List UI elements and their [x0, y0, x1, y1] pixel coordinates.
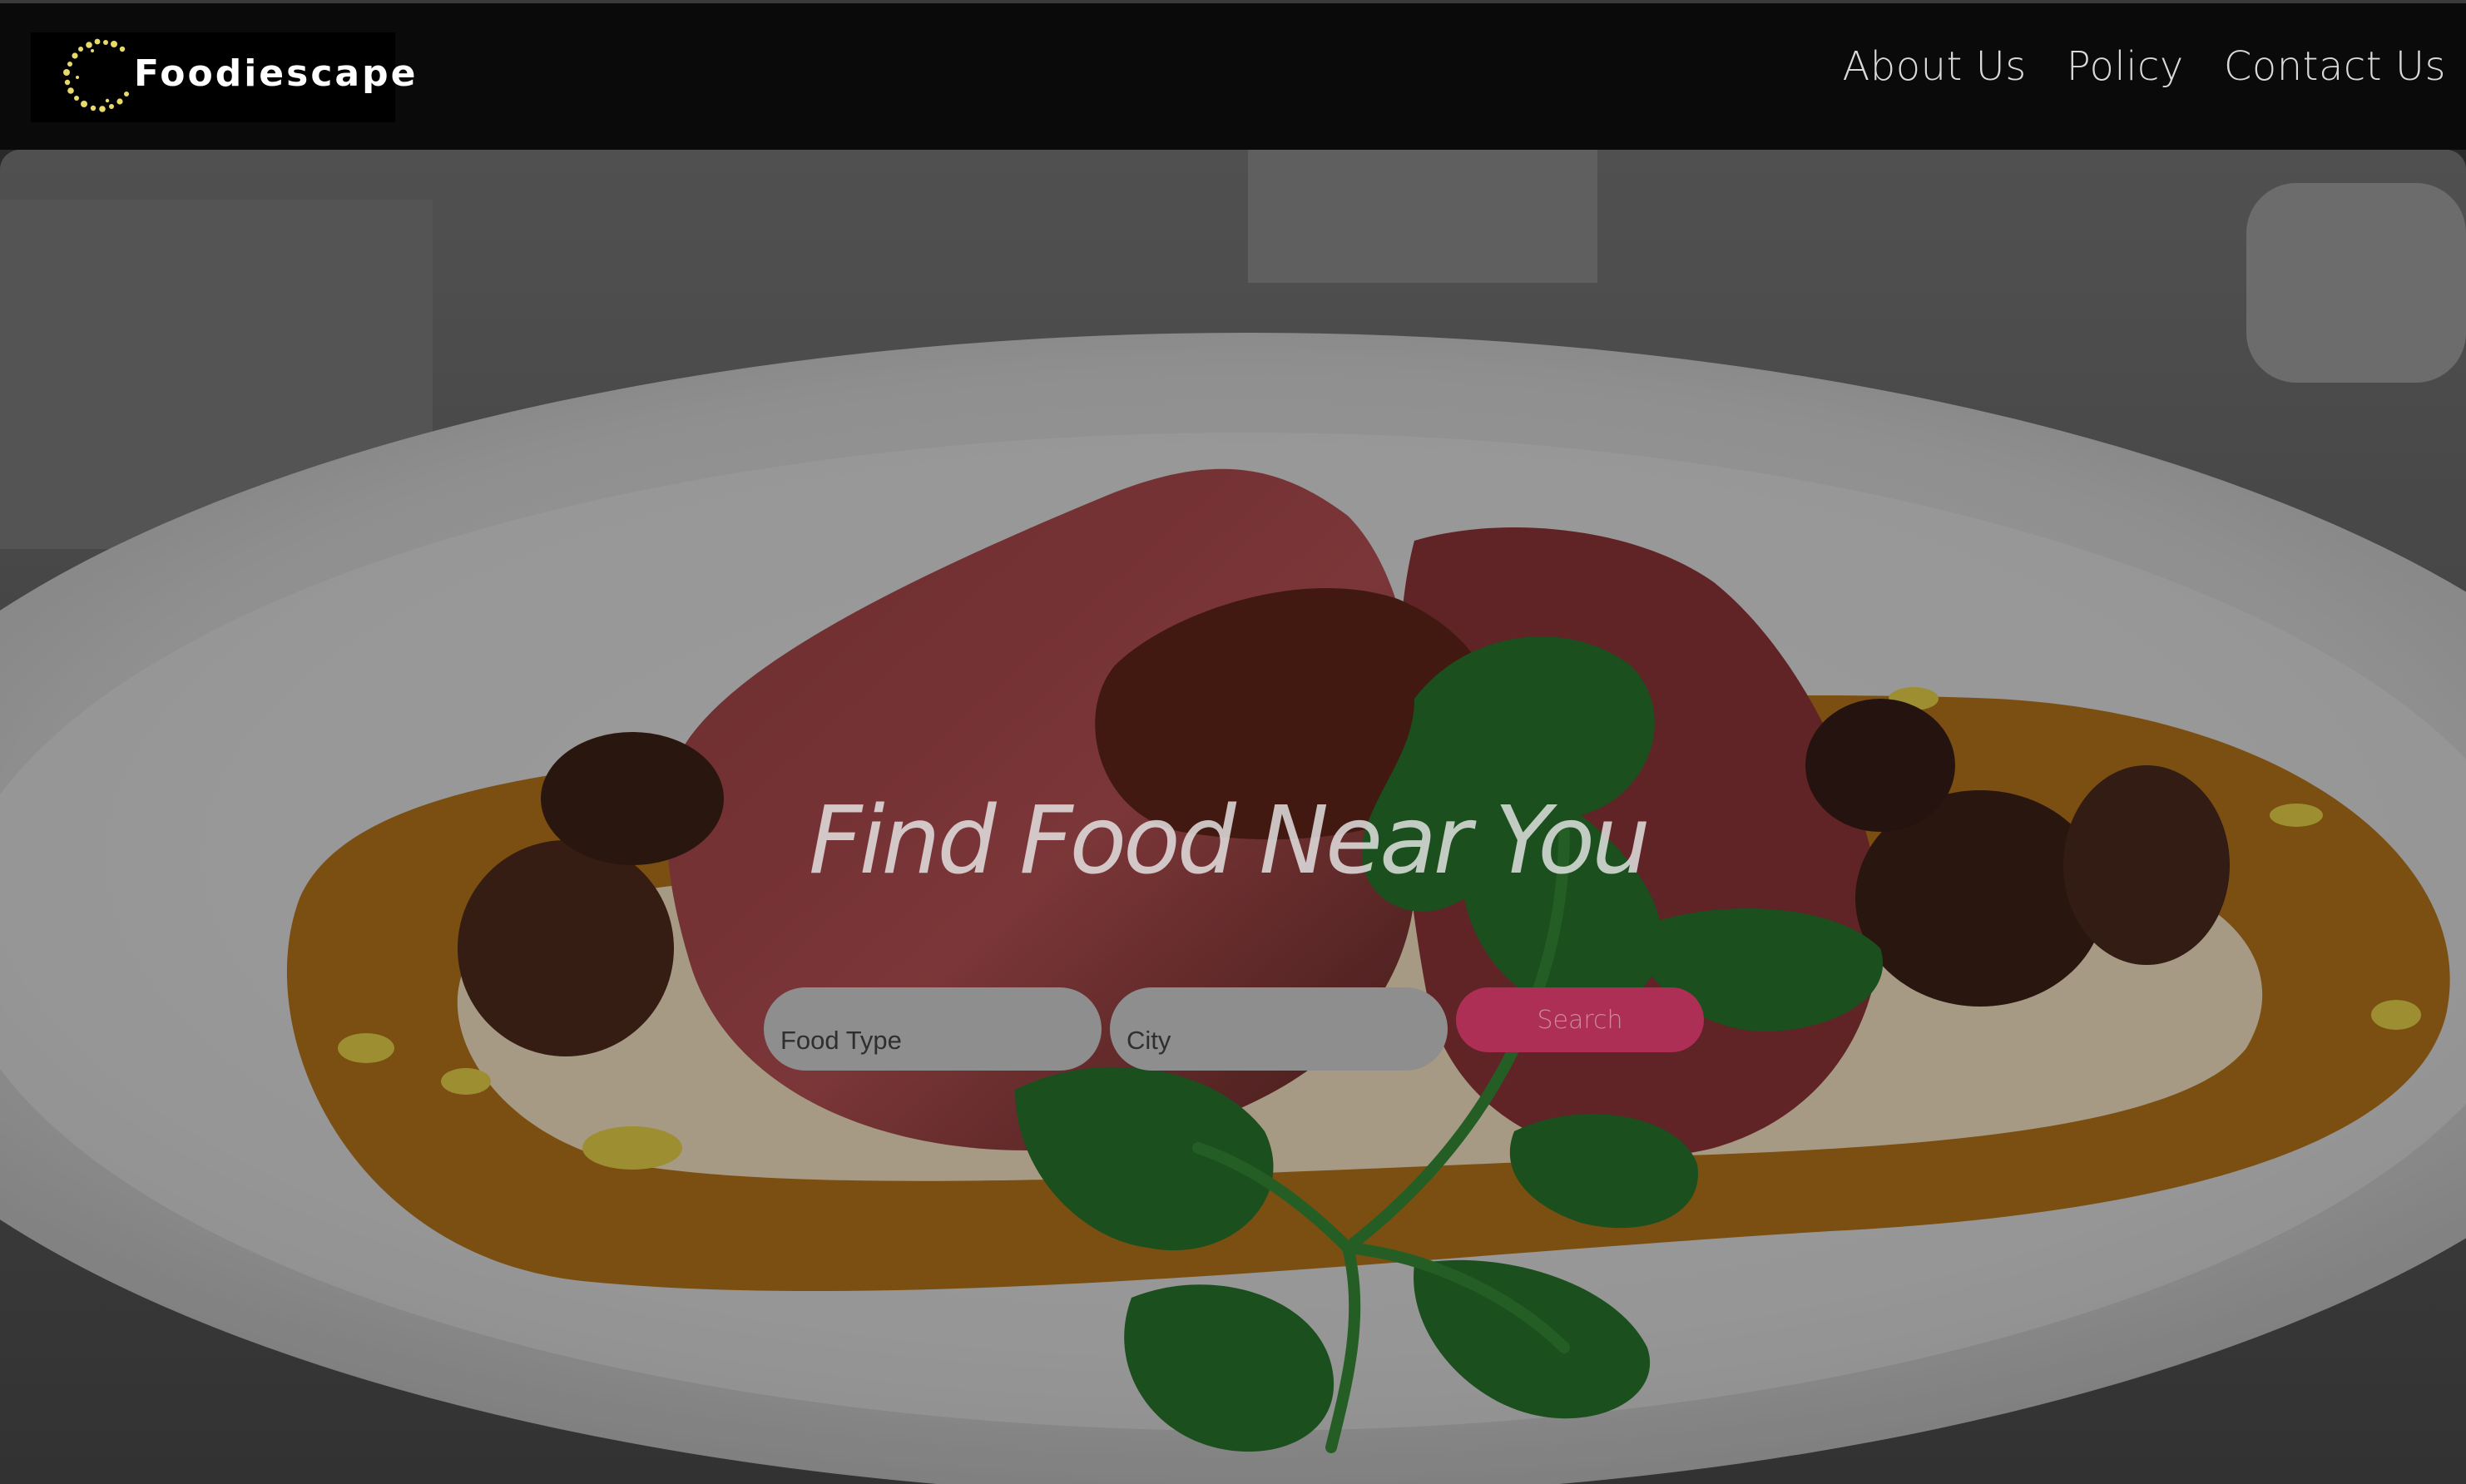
main-navigation: About Us Policy Contact Us — [1842, 43, 2446, 90]
hero-title: Find Food Near You — [809, 787, 1651, 895]
page: Foodiescape About Us Policy Contact Us F… — [0, 0, 2466, 1484]
nav-link-about-us[interactable]: About Us — [1842, 43, 2026, 90]
search-form: Search — [764, 987, 1704, 1071]
food-type-input[interactable] — [764, 987, 1102, 1071]
brand-logo[interactable]: Foodiescape — [31, 32, 415, 122]
top-navigation-bar: Foodiescape About Us Policy Contact Us — [0, 0, 2466, 150]
dotted-circle-logo-icon — [63, 38, 129, 112]
nav-link-policy[interactable]: Policy — [2067, 43, 2184, 90]
nav-link-contact-us[interactable]: Contact Us — [2224, 43, 2446, 90]
city-input[interactable] — [1110, 987, 1448, 1071]
hero-section: Find Food Near You Search — [0, 150, 2466, 1484]
search-button[interactable]: Search — [1456, 987, 1704, 1052]
brand-name: Foodiescape — [134, 52, 418, 95]
